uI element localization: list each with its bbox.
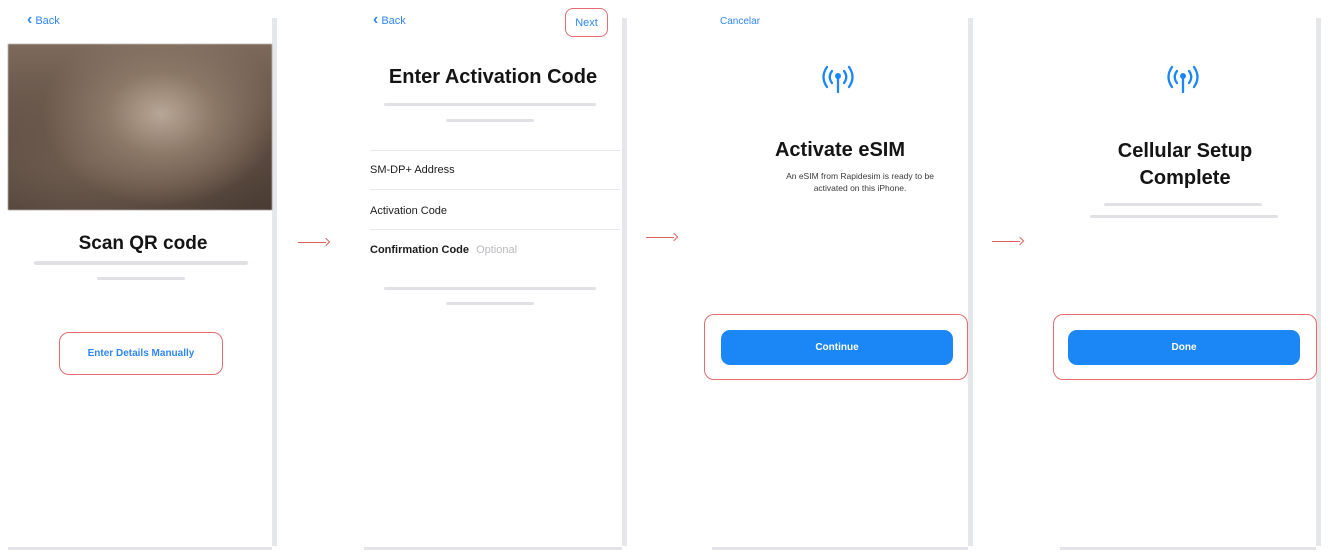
next-button[interactable]: Next (565, 8, 608, 37)
page-title: Cellular Setup Complete (1117, 140, 1253, 189)
placeholder-text-bar (446, 119, 534, 122)
back-button[interactable]: ‹ Back (27, 11, 60, 28)
confirmation-code-field[interactable]: Confirmation Code Optional (370, 244, 620, 256)
arrow-right-icon (992, 237, 1024, 247)
field-separator (370, 150, 620, 151)
page-title: Scan QR code (78, 233, 208, 254)
enter-details-manually-button[interactable]: Enter Details Manually (59, 332, 223, 375)
chevron-left-icon: ‹ (27, 11, 33, 28)
screen-bottom-edge (364, 547, 622, 550)
chevron-left-icon: ‹ (373, 11, 379, 28)
antenna-icon (822, 65, 854, 94)
placeholder-text-bar (1090, 215, 1278, 218)
continue-button[interactable]: Continue (721, 330, 953, 365)
antenna-icon (1167, 65, 1199, 94)
field-placeholder: Optional (476, 244, 518, 256)
field-separator (370, 229, 620, 230)
field-label: Confirmation Code (370, 244, 469, 256)
cancel-button[interactable]: Cancelar (720, 16, 760, 27)
screen-divider (272, 18, 277, 546)
page-subtitle: An eSIM from Rapidesim is ready to be ac… (786, 171, 934, 193)
smdp-address-field[interactable]: SM-DP+ Address (370, 164, 620, 176)
placeholder-text-bar (384, 103, 596, 106)
field-label: SM-DP+ Address (370, 164, 455, 176)
page-title: Enter Activation Code (388, 66, 598, 88)
arrow-right-icon (646, 233, 678, 243)
done-button[interactable]: Done (1068, 330, 1300, 365)
placeholder-text-bar (1104, 203, 1262, 206)
screen-bottom-edge (1060, 547, 1316, 550)
back-button[interactable]: ‹ Back (373, 11, 406, 28)
screen-divider (622, 18, 627, 546)
back-label: Back (35, 15, 60, 27)
screen-divider (1316, 18, 1321, 546)
placeholder-text-bar (446, 302, 534, 305)
screen-bottom-edge (712, 547, 968, 550)
screen-enter-activation-code (364, 8, 622, 548)
activation-code-field[interactable]: Activation Code (370, 205, 620, 217)
placeholder-text-bar (384, 287, 596, 290)
placeholder-text-bar (34, 261, 248, 265)
field-label: Activation Code (370, 205, 448, 217)
field-separator (370, 189, 620, 190)
camera-viewfinder (8, 44, 272, 210)
placeholder-text-bar (97, 277, 185, 280)
back-label: Back (381, 15, 406, 27)
screen-divider (968, 18, 973, 546)
page-title: Activate eSIM (774, 139, 906, 161)
screen-bottom-edge (8, 547, 272, 550)
arrow-right-icon (298, 238, 330, 248)
